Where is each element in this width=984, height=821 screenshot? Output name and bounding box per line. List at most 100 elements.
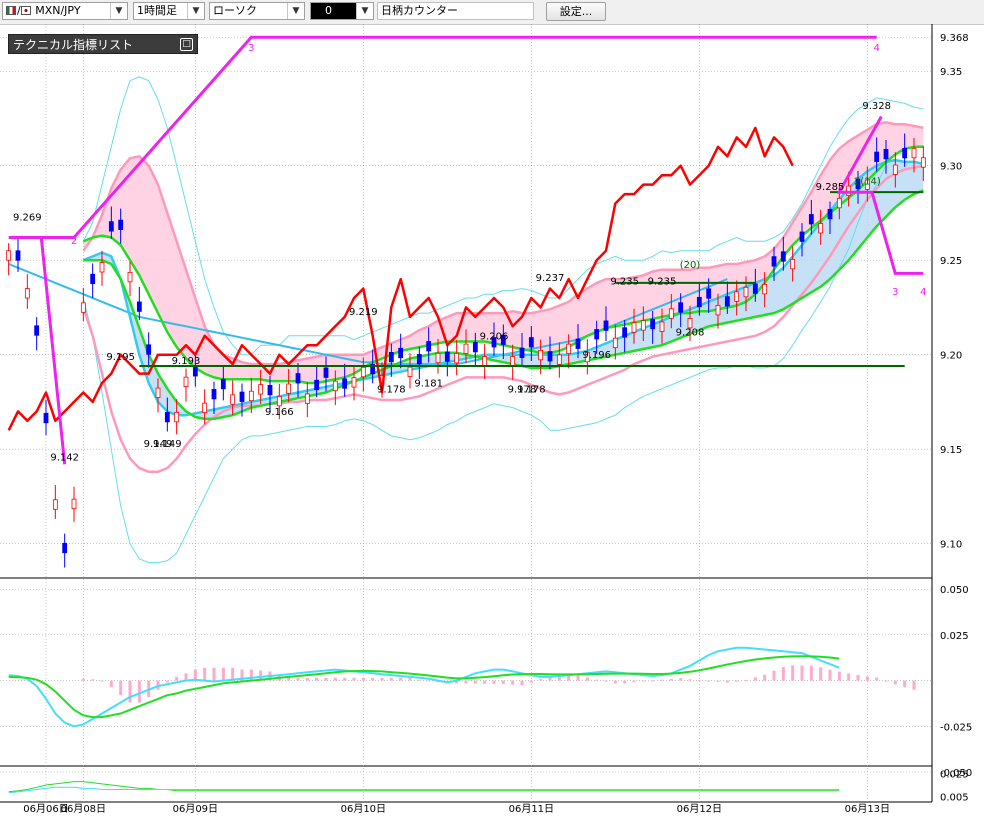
candle-body [631,322,637,333]
candle-body [706,288,712,299]
macd-histogram-bar [399,677,403,681]
chevron-down-icon[interactable]: ▼ [110,3,127,19]
candle-body [911,147,917,159]
macd-histogram-bar [688,679,692,681]
candle-body [174,411,180,423]
slot-select[interactable]: 0 ▼ [310,2,374,20]
candle-body [696,296,702,308]
candle-body [202,402,208,413]
candle-body [566,343,572,354]
candle-body [650,318,656,330]
settings-button[interactable]: 設定... [546,2,606,21]
x-tick-label: 06月09日 [173,803,218,815]
price-label: 9.193 [172,356,201,367]
macd-histogram-bar [520,680,524,686]
chevron-down-icon[interactable]: ▼ [287,3,304,19]
macd-histogram-bar [529,680,533,683]
price-label: 9.149 [144,439,173,450]
candle-body [34,325,40,336]
candle-body [519,347,525,358]
macd-histogram-bar [884,680,888,682]
macd-histogram-bar [819,667,823,681]
candle-body [612,337,618,349]
macd-histogram-bar [595,679,599,681]
macd-histogram-bar [296,677,300,681]
candle-body [808,214,814,225]
candle-body [472,342,478,353]
macd-histogram-bar [137,680,141,703]
macd-histogram-bar [492,680,496,684]
macd-histogram-bar [109,680,113,687]
macd-histogram-bar [837,671,841,681]
macd-histogram-bar [427,680,431,682]
macd-histogram-bar [175,676,179,681]
macd-histogram-bar [632,680,636,683]
candle-body [248,390,254,402]
price-label: 9.237 [536,273,565,284]
macd-line [8,646,840,728]
macd-histogram-bar [623,680,627,684]
macd-histogram-bar [828,669,832,681]
price-label: 9.269 [13,212,42,223]
counter-field[interactable]: 日柄カウンター [377,2,534,20]
candle-body [780,251,786,262]
macd-histogram-bar [875,677,879,681]
price-label: 9.219 [349,307,378,318]
candle-body [398,347,404,359]
y-axis: 9.368 9.35 9.30 9.25 9.20 9.15 9.10 [940,33,969,550]
macd-histogram-bar [91,679,95,681]
candle-body [463,343,469,354]
symbol-label: MXN/JPY [35,4,81,17]
price-label: 9.285 [816,182,845,193]
candle-body [211,389,217,400]
symbol-select[interactable]: / MXN/JPY ▼ [2,2,128,20]
candle-body [360,366,366,378]
candle-body [547,351,553,362]
collapse-icon[interactable]: □ [180,38,193,51]
indicator-list-panel[interactable]: テクニカル指標リスト □ [8,34,198,54]
candle-body [136,301,142,312]
candle-body [314,379,320,391]
price-label: 9.208 [676,328,705,339]
price-label: 9.178 [377,384,406,395]
macd-histogram-bar [613,680,617,684]
candle-body [883,149,889,160]
macd-histogram-bar [669,678,673,681]
y-tick-label: 9.368 [940,33,969,44]
macd-histogram-bar [856,675,860,681]
chevron-down-icon[interactable]: ▼ [356,3,373,19]
chevron-down-icon[interactable]: ▼ [187,3,204,19]
macd-histogram-bar [464,680,468,684]
candle-body [155,387,161,398]
macd-histogram-bar [753,677,757,681]
counter-label: (20) [680,260,701,271]
macd-histogram-bar [660,679,664,681]
candle-body [258,384,264,395]
price-label: 9.178 [508,384,537,395]
price-label: 9.206 [480,331,509,342]
candle-body [668,308,674,319]
macd-histogram-bar [716,680,720,682]
indicator-list-title: テクニカル指標リスト [13,38,134,52]
candle-body [426,341,432,352]
candle-body [43,412,49,424]
macd-histogram-bar [184,673,188,681]
candle-body [752,283,758,294]
y-tick-label: 9.35 [940,67,962,78]
timeframe-select[interactable]: 1時間足 ▼ [133,2,205,20]
price-label: 9.195 [106,352,135,363]
candle-body [603,320,609,331]
candle-body [351,377,357,388]
candle-body [342,378,348,389]
candle-body [62,542,68,554]
chart-style-select[interactable]: ローソク ▼ [209,2,305,20]
chart-canvas[interactable]: 9.2699.1429.195 9.1939.1499.1499.1669.219… [0,24,984,821]
mexico-flag-icon [6,6,16,15]
macd-histogram-bar [128,680,132,703]
macd-histogram-bar [511,680,515,685]
cloud-blue [83,160,924,419]
macd-histogram-bar [744,680,748,682]
macd-histogram-bar [604,680,608,682]
macd-histogram-bar [791,665,795,681]
macd-histogram-bar [697,680,701,682]
